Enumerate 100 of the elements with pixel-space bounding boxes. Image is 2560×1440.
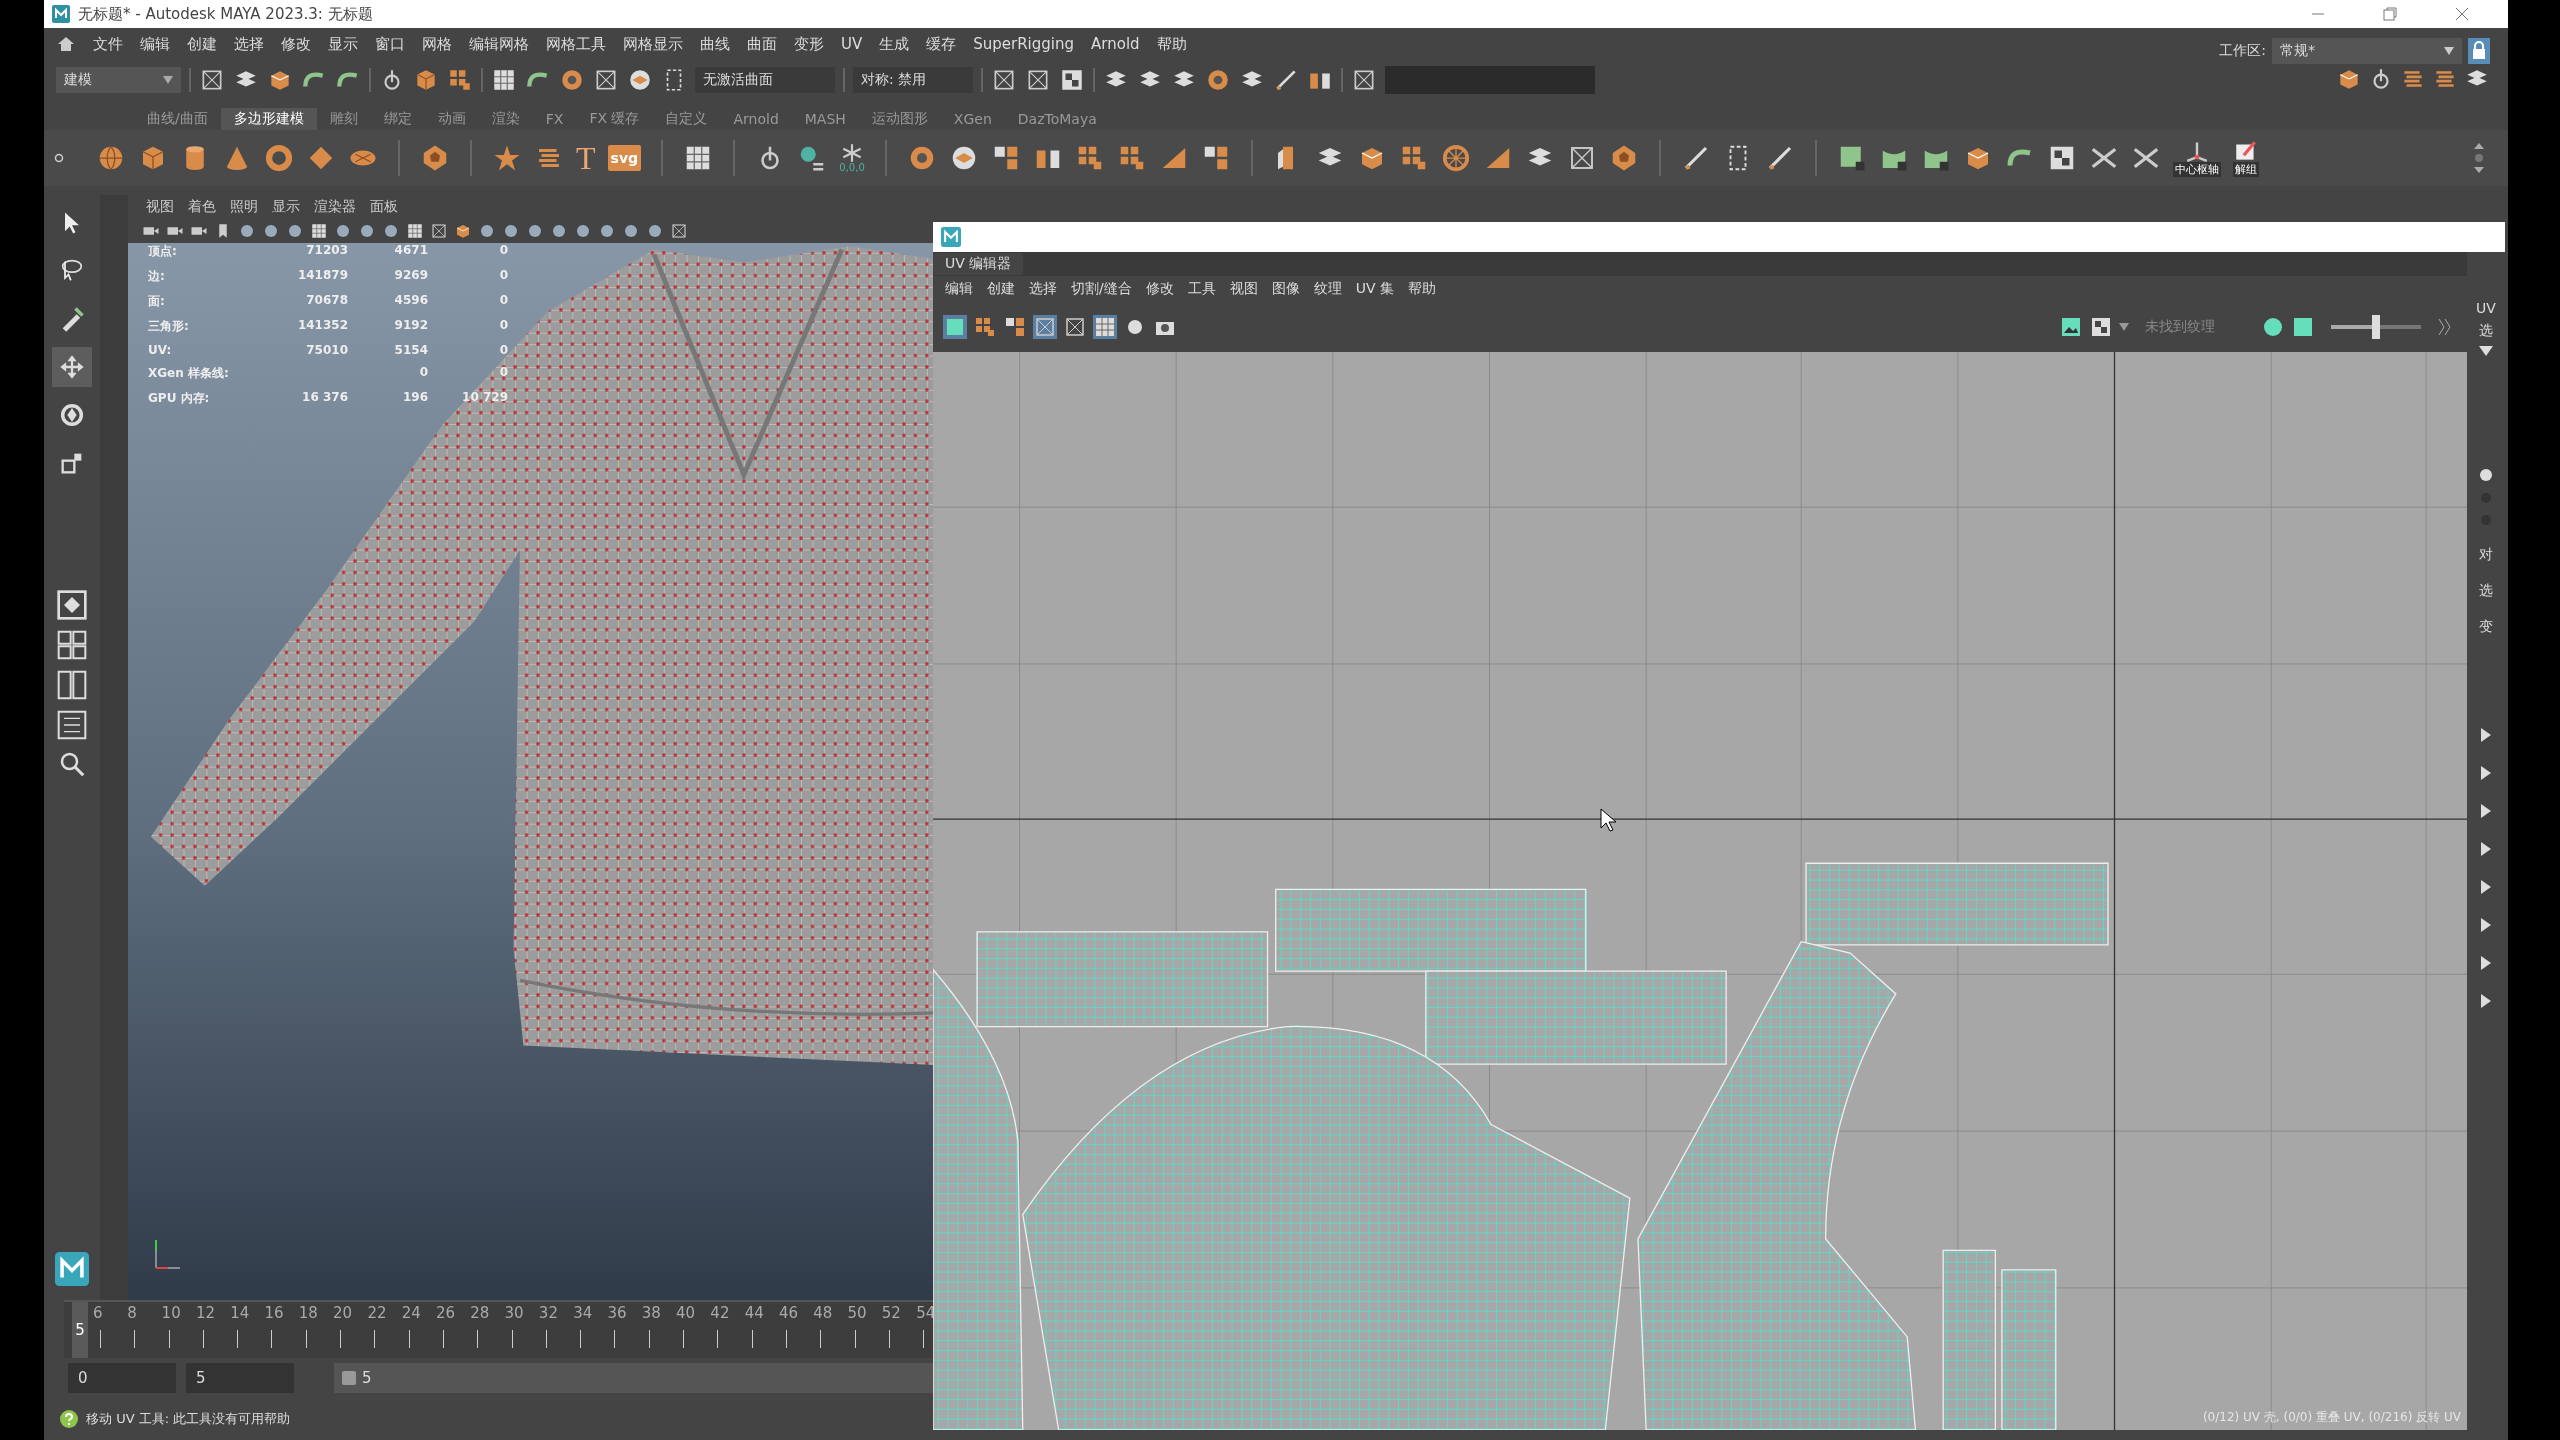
menu-item[interactable]: 编辑 (945, 280, 973, 298)
menu-item[interactable]: 切割/缝合 (1071, 280, 1132, 298)
menu-item[interactable]: 缓存 (926, 34, 957, 54)
shelf-tab[interactable]: 渲染 (478, 108, 533, 130)
viewport-toggle-icon[interactable] (646, 222, 664, 240)
menu-item[interactable]: 帮助 (1408, 280, 1436, 298)
shelf-menu-icon[interactable] (54, 153, 64, 163)
freeze-transform-button[interactable]: 0,0,0 (839, 143, 866, 173)
shelf-tab[interactable]: 雕刻 (316, 108, 371, 130)
shelf-tab[interactable]: 曲线/曲面 (134, 108, 221, 130)
outliner-icon[interactable] (56, 709, 88, 741)
menu-item[interactable]: 网格 (422, 34, 452, 54)
menu-item[interactable]: 编辑网格 (469, 34, 529, 54)
checker-icon[interactable] (2089, 315, 2113, 339)
toolkit-label[interactable]: UV (2476, 300, 2496, 316)
uv-shell-select-icon[interactable] (943, 315, 967, 339)
viewport-toggle-icon[interactable] (526, 222, 544, 240)
shelf-tab[interactable]: DazToMaya (1004, 109, 1110, 129)
menu-item[interactable]: 选择 (1029, 280, 1057, 298)
scroll-arrows-icon[interactable] (2472, 141, 2486, 175)
dropdown-caret-icon[interactable] (2119, 323, 2129, 331)
shelf-tab[interactable]: 动画 (424, 108, 479, 130)
menu-item[interactable]: 修改 (281, 34, 311, 54)
viewport-toggle-icon[interactable] (286, 222, 304, 240)
frame-icon[interactable] (670, 222, 688, 240)
grid-icon[interactable] (310, 222, 328, 240)
menu-item[interactable]: 创建 (187, 34, 217, 54)
close-icon[interactable] (2454, 6, 2470, 22)
start-time-field[interactable]: 0 (68, 1363, 176, 1393)
expand-arrow-icon[interactable] (2481, 994, 2491, 1008)
menu-item[interactable]: UV 集 (1355, 280, 1394, 298)
viewport-toggle-icon[interactable] (382, 222, 400, 240)
collapse-caret-icon[interactable] (2479, 346, 2493, 356)
expand-arrow-icon[interactable] (2481, 956, 2491, 970)
menu-item[interactable]: 生成 (879, 34, 910, 54)
panel-tab[interactable]: UV 编辑器 (933, 253, 1024, 275)
menu-item[interactable]: 变形 (794, 34, 824, 54)
layout-four-icon[interactable] (56, 629, 88, 661)
viewport-toggle-icon[interactable] (478, 222, 496, 240)
viewport-toggle-icon[interactable] (502, 222, 520, 240)
uv-grid-icon[interactable] (1093, 315, 1117, 339)
wheel-icon[interactable] (1441, 143, 1472, 173)
expand-arrow-icon[interactable] (2481, 766, 2491, 780)
home-icon[interactable] (56, 34, 76, 54)
menu-item[interactable]: 纹理 (1313, 280, 1342, 298)
playback-start-field[interactable]: 5 (186, 1363, 294, 1393)
viewport-toggle-icon[interactable] (550, 222, 568, 240)
text-tool-button[interactable]: T (576, 142, 596, 174)
current-frame-marker[interactable]: 5 (72, 1302, 88, 1358)
expand-arrow-icon[interactable] (2481, 918, 2491, 932)
panel-menu-item[interactable]: 显示 (272, 198, 300, 216)
menu-item[interactable]: 编辑 (140, 34, 170, 54)
menu-item[interactable]: 创建 (987, 280, 1015, 298)
menu-item[interactable]: Arnold (1091, 35, 1140, 53)
torus-icon[interactable] (264, 143, 294, 173)
menu-item[interactable]: 显示 (328, 34, 358, 54)
menu-item[interactable]: 工具 (1187, 280, 1216, 298)
menu-item[interactable]: 修改 (1145, 280, 1174, 298)
menu-item[interactable]: 曲线 (700, 34, 730, 54)
help-icon[interactable] (60, 1410, 78, 1428)
snap-grid-icon[interactable] (491, 67, 517, 93)
box-icon[interactable] (454, 222, 472, 240)
image-icon[interactable] (2059, 315, 2083, 339)
panel-menu-item[interactable]: 面板 (370, 198, 398, 216)
viewport-toggle-icon[interactable] (598, 222, 616, 240)
panel-menu-item[interactable]: 着色 (188, 198, 216, 216)
expand-arrow-icon[interactable] (2481, 804, 2491, 818)
scroll-dots-icon[interactable] (2479, 468, 2493, 528)
shelf-tab[interactable]: 绑定 (370, 108, 425, 130)
menu-item[interactable]: 图像 (1271, 280, 1300, 298)
layout-split-icon[interactable] (56, 669, 88, 701)
viewport-toggle-icon[interactable] (358, 222, 376, 240)
layout-single-icon[interactable] (56, 589, 88, 621)
viewport-toggle-icon[interactable] (262, 222, 280, 240)
shelf-tab[interactable]: 自定义 (652, 108, 721, 130)
shelf-tab[interactable]: FX 缓存 (576, 108, 653, 130)
expand-icon[interactable] (2437, 317, 2451, 337)
menu-item[interactable]: 视图 (1229, 280, 1258, 298)
time-range-bar[interactable]: 5 (334, 1363, 935, 1393)
panel-menu-item[interactable]: 渲染器 (314, 198, 356, 216)
shelf-tab[interactable]: 多边形建模 (220, 108, 317, 130)
frame-icon[interactable] (430, 222, 448, 240)
channel-box-tab[interactable]: 变 (2479, 618, 2493, 636)
toolkit-label[interactable]: 选 (2479, 322, 2493, 340)
expand-arrow-icon[interactable] (2481, 728, 2491, 742)
viewport-toggle-icon[interactable] (238, 222, 256, 240)
menu-item[interactable]: 选择 (234, 34, 264, 54)
channel-box-tab[interactable]: 对 (2479, 546, 2493, 564)
menu-item[interactable]: 窗口 (375, 34, 405, 54)
mode-dropdown[interactable]: 建模 (56, 67, 181, 93)
symmetry-dropdown[interactable]: 对称: 禁用 (853, 67, 973, 93)
menu-item[interactable]: SuperRigging (973, 35, 1075, 53)
expand-arrow-icon[interactable] (2481, 880, 2491, 894)
grid-icon[interactable] (406, 222, 424, 240)
channel-box-tab[interactable]: 选 (2479, 582, 2493, 600)
center-pivot-button[interactable]: 中心枢轴 (2173, 139, 2222, 177)
viewport-toggle-icon[interactable] (574, 222, 592, 240)
viewport-toggle-icon[interactable] (622, 222, 640, 240)
shelf-tab[interactable]: FX (532, 109, 577, 129)
expand-arrow-icon[interactable] (2481, 842, 2491, 856)
